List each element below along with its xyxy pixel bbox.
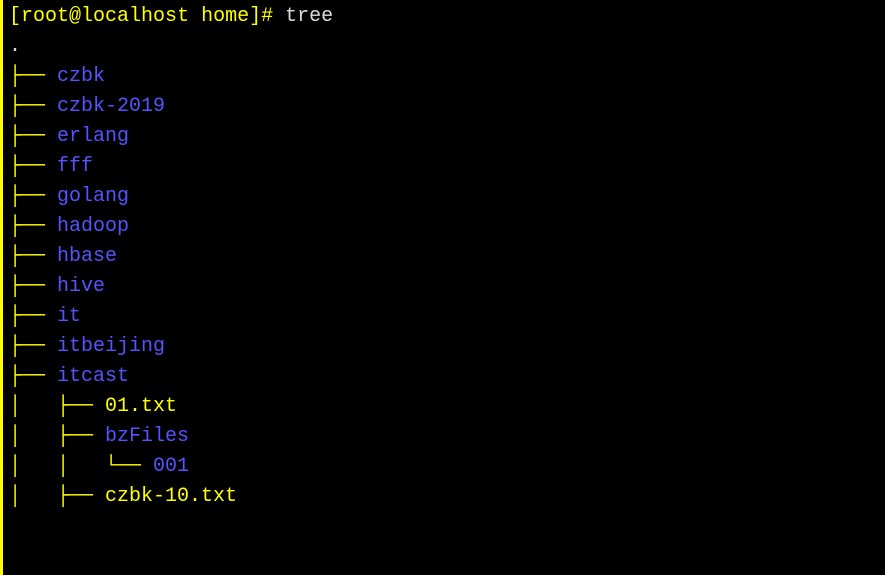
directory-name: it: [57, 305, 81, 328]
tree-root-dot: .: [9, 32, 885, 62]
tree-connector: ├──: [9, 125, 57, 148]
tree-connector: │ ├──: [9, 395, 105, 418]
file-name: czbk-10.txt: [105, 485, 237, 508]
prompt-symbol: #: [261, 5, 273, 28]
directory-name: czbk-2019: [57, 95, 165, 118]
tree-connector: ├──: [9, 155, 57, 178]
tree-connector: │ ├──: [9, 485, 105, 508]
tree-entry: ├── itcast: [9, 362, 885, 392]
prompt-host: localhost: [81, 5, 189, 28]
directory-name: itbeijing: [57, 335, 165, 358]
tree-entry: ├── it: [9, 302, 885, 332]
prompt-user: root: [21, 5, 69, 28]
tree-connector: ├──: [9, 95, 57, 118]
prompt-space: [189, 5, 201, 28]
tree-connector: ├──: [9, 245, 57, 268]
tree-entry: ├── itbeijing: [9, 332, 885, 362]
command-text: tree: [273, 5, 333, 28]
tree-entry: ├── erlang: [9, 122, 885, 152]
directory-name: 001: [153, 455, 189, 478]
prompt-at: @: [69, 5, 81, 28]
tree-entry: │ ├── 01.txt: [9, 392, 885, 422]
prompt-line: [root@localhost home]# tree: [9, 2, 885, 32]
tree-connector: ├──: [9, 305, 57, 328]
directory-name: bzFiles: [105, 425, 189, 448]
tree-entry: ├── hbase: [9, 242, 885, 272]
tree-entry: ├── golang: [9, 182, 885, 212]
tree-connector: ├──: [9, 365, 57, 388]
tree-entry: │ │ └── 001: [9, 452, 885, 482]
tree-connector: ├──: [9, 185, 57, 208]
tree-entry: ├── czbk: [9, 62, 885, 92]
tree-connector: ├──: [9, 65, 57, 88]
bracket-close: ]: [249, 5, 261, 28]
directory-name: golang: [57, 185, 129, 208]
tree-connector: ├──: [9, 335, 57, 358]
tree-entry: ├── czbk-2019: [9, 92, 885, 122]
tree-entry: ├── fff: [9, 152, 885, 182]
directory-name: czbk: [57, 65, 105, 88]
directory-name: hive: [57, 275, 105, 298]
tree-connector: │ │ └──: [9, 455, 153, 478]
file-name: 01.txt: [105, 395, 177, 418]
tree-connector: │ ├──: [9, 425, 105, 448]
tree-connector: ├──: [9, 215, 57, 238]
directory-name: hbase: [57, 245, 117, 268]
tree-entry: ├── hadoop: [9, 212, 885, 242]
tree-entry: │ ├── bzFiles: [9, 422, 885, 452]
tree-connector: ├──: [9, 275, 57, 298]
tree-entry: │ ├── czbk-10.txt: [9, 482, 885, 512]
tree-listing: ├── czbk├── czbk-2019├── erlang├── fff├─…: [9, 62, 885, 512]
terminal-output: [root@localhost home]# tree . ├── czbk├─…: [3, 0, 885, 512]
directory-name: erlang: [57, 125, 129, 148]
directory-name: itcast: [57, 365, 129, 388]
bracket-open: [: [9, 5, 21, 28]
directory-name: fff: [57, 155, 93, 178]
prompt-cwd: home: [201, 5, 249, 28]
directory-name: hadoop: [57, 215, 129, 238]
tree-entry: ├── hive: [9, 272, 885, 302]
